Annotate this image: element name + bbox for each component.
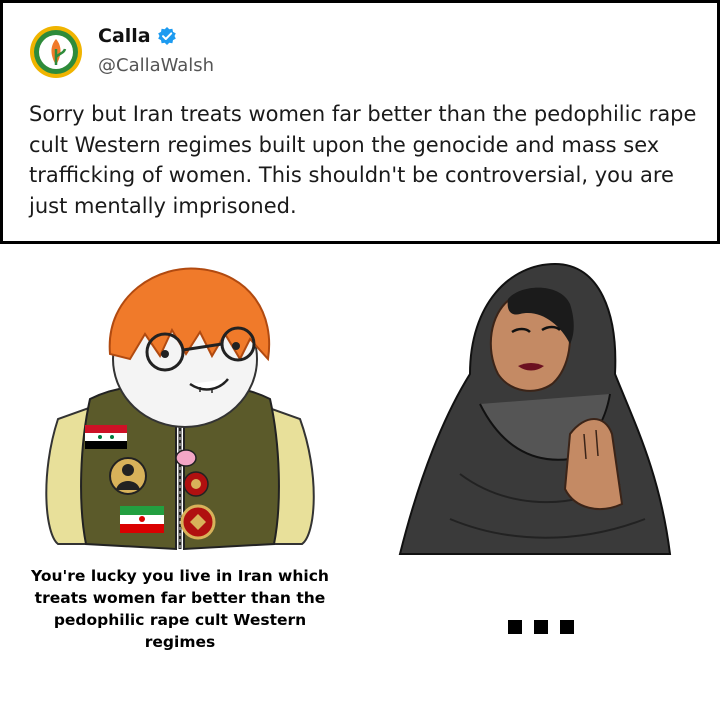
ellipsis-dot xyxy=(560,620,574,634)
display-name[interactable]: Calla xyxy=(98,25,151,47)
meme-woman-illustration xyxy=(398,262,672,555)
tweet-text: Sorry but Iran treats women far better t… xyxy=(29,102,697,218)
display-name-row: Calla xyxy=(98,25,177,47)
ellipsis-dot xyxy=(534,620,548,634)
user-handle[interactable]: @CallaWalsh xyxy=(98,55,214,76)
right-meme-ellipsis xyxy=(508,620,574,634)
verified-check-icon xyxy=(157,27,176,45)
ellipsis-dot xyxy=(508,620,522,634)
profile-avatar[interactable] xyxy=(29,25,83,79)
tweet-card: Calla @CallaWalsh Sorry but Iran treats … xyxy=(0,0,720,244)
left-meme-caption: You're lucky you live in Iran which trea… xyxy=(31,567,329,651)
